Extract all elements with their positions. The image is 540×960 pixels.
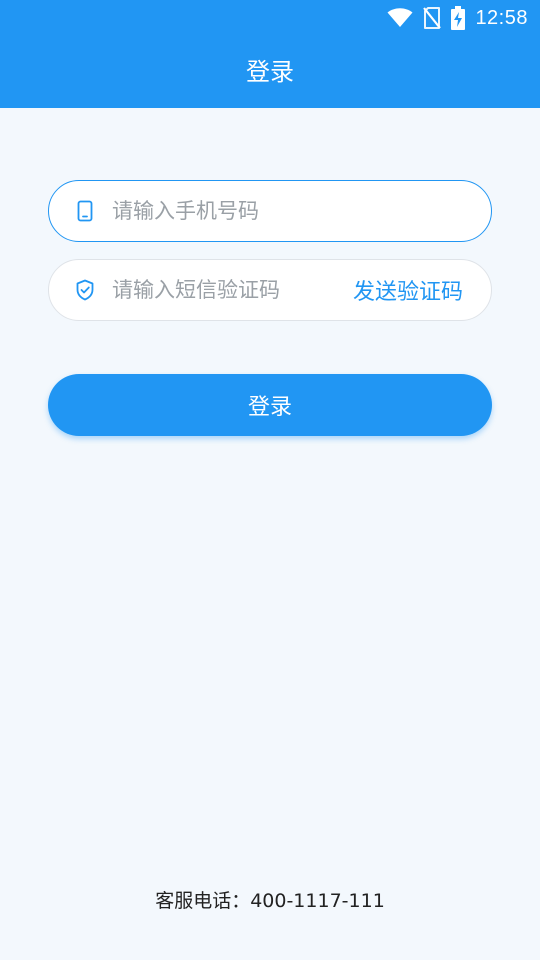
- phone-field[interactable]: [48, 180, 492, 242]
- status-bar: 12:58: [0, 0, 540, 36]
- login-button[interactable]: 登录: [48, 374, 492, 436]
- status-time: 12:58: [475, 6, 528, 29]
- app-header: 12:58 登录: [0, 0, 540, 108]
- send-code-button[interactable]: 发送验证码: [353, 274, 463, 306]
- service-phone: 客服电话：400-1117-111: [155, 890, 385, 912]
- sms-code-input[interactable]: [112, 278, 353, 302]
- shield-icon: [74, 279, 96, 301]
- battery-charging-icon: [451, 6, 466, 30]
- phone-input[interactable]: [112, 199, 491, 223]
- no-sim-icon: [423, 7, 442, 29]
- phone-icon: [74, 200, 96, 222]
- sms-code-field[interactable]: 发送验证码: [48, 259, 492, 321]
- page-title: 登录: [246, 58, 294, 86]
- wifi-icon: [387, 8, 413, 28]
